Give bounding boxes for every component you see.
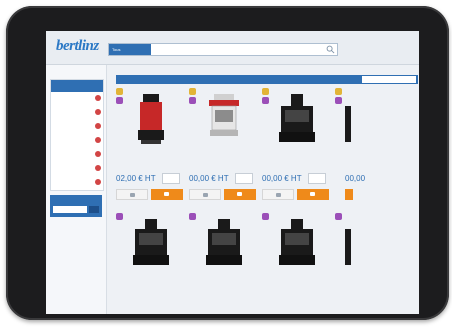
feature-badge-icon xyxy=(262,88,269,95)
sidebar-box-input[interactable] xyxy=(53,206,87,213)
quantity-input[interactable] xyxy=(162,173,180,184)
tablet-device: bertlinz Tous 02,00 € HT 00,00 € HT 00,0… xyxy=(6,6,449,320)
feature-badge-icon xyxy=(335,88,342,95)
product-card[interactable] xyxy=(262,213,332,314)
stamp-product-image[interactable] xyxy=(130,213,172,271)
stamp-product-image[interactable] xyxy=(130,92,172,150)
product-card[interactable]: 02,00 € HT xyxy=(116,88,186,208)
add-to-cart-button[interactable] xyxy=(224,189,256,200)
cart-icon xyxy=(310,192,315,196)
product-card[interactable] xyxy=(335,213,405,314)
filter-panel-title xyxy=(51,80,103,92)
product-card[interactable]: 00,00 € HT xyxy=(189,88,259,208)
category-badge-icon xyxy=(189,97,196,104)
remove-filter-icon[interactable] xyxy=(95,165,101,171)
filter-panel xyxy=(50,79,104,191)
filter-item[interactable] xyxy=(51,148,103,162)
product-price: 00,00 € HT xyxy=(262,174,302,183)
remove-filter-icon[interactable] xyxy=(95,179,101,185)
stamp-product-image[interactable] xyxy=(276,92,318,150)
search-category-select[interactable]: Tous xyxy=(109,44,151,55)
stamp-product-image[interactable] xyxy=(345,92,351,150)
filter-item[interactable] xyxy=(51,134,103,148)
product-card[interactable] xyxy=(116,213,186,314)
category-badge-icon xyxy=(335,97,342,104)
sort-select[interactable] xyxy=(362,76,416,83)
compare-button[interactable] xyxy=(116,189,148,200)
remove-filter-icon[interactable] xyxy=(95,137,101,143)
compare-icon xyxy=(276,193,281,197)
add-to-cart-button[interactable] xyxy=(297,189,329,200)
remove-filter-icon[interactable] xyxy=(95,123,101,129)
product-price: 00,00 xyxy=(345,174,366,183)
filter-item[interactable] xyxy=(51,162,103,176)
compare-button[interactable] xyxy=(189,189,221,200)
sidebar-box-submit-button[interactable] xyxy=(89,206,99,213)
site-logo[interactable]: bertlinz xyxy=(56,38,99,55)
product-card[interactable]: 00,00 xyxy=(335,88,405,208)
feature-badge-icon xyxy=(116,88,123,95)
add-to-cart-button[interactable] xyxy=(151,189,183,200)
quantity-input[interactable] xyxy=(308,173,326,184)
category-badge-icon xyxy=(262,213,269,220)
product-listing: 02,00 € HT 00,00 € HT 00,00 € HT 00,00 xyxy=(114,65,419,314)
category-badge-icon xyxy=(335,213,342,220)
add-to-cart-button[interactable] xyxy=(345,189,353,200)
sidebar-search-box xyxy=(50,195,102,217)
filter-item[interactable] xyxy=(51,176,103,190)
results-bar xyxy=(116,75,418,84)
stamp-product-image[interactable] xyxy=(276,213,318,271)
product-price: 00,00 € HT xyxy=(189,174,229,183)
stamp-product-image[interactable] xyxy=(203,92,245,150)
category-badge-icon xyxy=(262,97,269,104)
cart-icon xyxy=(237,192,242,196)
product-card[interactable] xyxy=(189,213,259,314)
compare-button[interactable] xyxy=(262,189,294,200)
remove-filter-icon[interactable] xyxy=(95,95,101,101)
compare-icon xyxy=(203,193,208,197)
remove-filter-icon[interactable] xyxy=(95,109,101,115)
feature-badge-icon xyxy=(189,88,196,95)
remove-filter-icon[interactable] xyxy=(95,151,101,157)
filter-item[interactable] xyxy=(51,120,103,134)
quantity-input[interactable] xyxy=(235,173,253,184)
sidebar xyxy=(46,65,107,314)
category-badge-icon xyxy=(116,213,123,220)
category-badge-icon xyxy=(116,97,123,104)
product-price: 02,00 € HT xyxy=(116,174,156,183)
browser-screen: bertlinz Tous 02,00 € HT 00,00 € HT 00,0… xyxy=(46,31,419,314)
search-bar[interactable]: Tous xyxy=(108,43,338,56)
header: bertlinz Tous xyxy=(46,31,419,65)
category-badge-icon xyxy=(189,213,196,220)
filter-item[interactable] xyxy=(51,106,103,120)
compare-icon xyxy=(130,193,135,197)
stamp-product-image[interactable] xyxy=(345,213,351,271)
cart-icon xyxy=(164,192,169,196)
sidebar-box-title xyxy=(50,195,102,199)
filter-item[interactable] xyxy=(51,92,103,106)
stamp-product-image[interactable] xyxy=(203,213,245,271)
search-icon[interactable] xyxy=(326,45,335,54)
product-card[interactable]: 00,00 € HT xyxy=(262,88,332,208)
